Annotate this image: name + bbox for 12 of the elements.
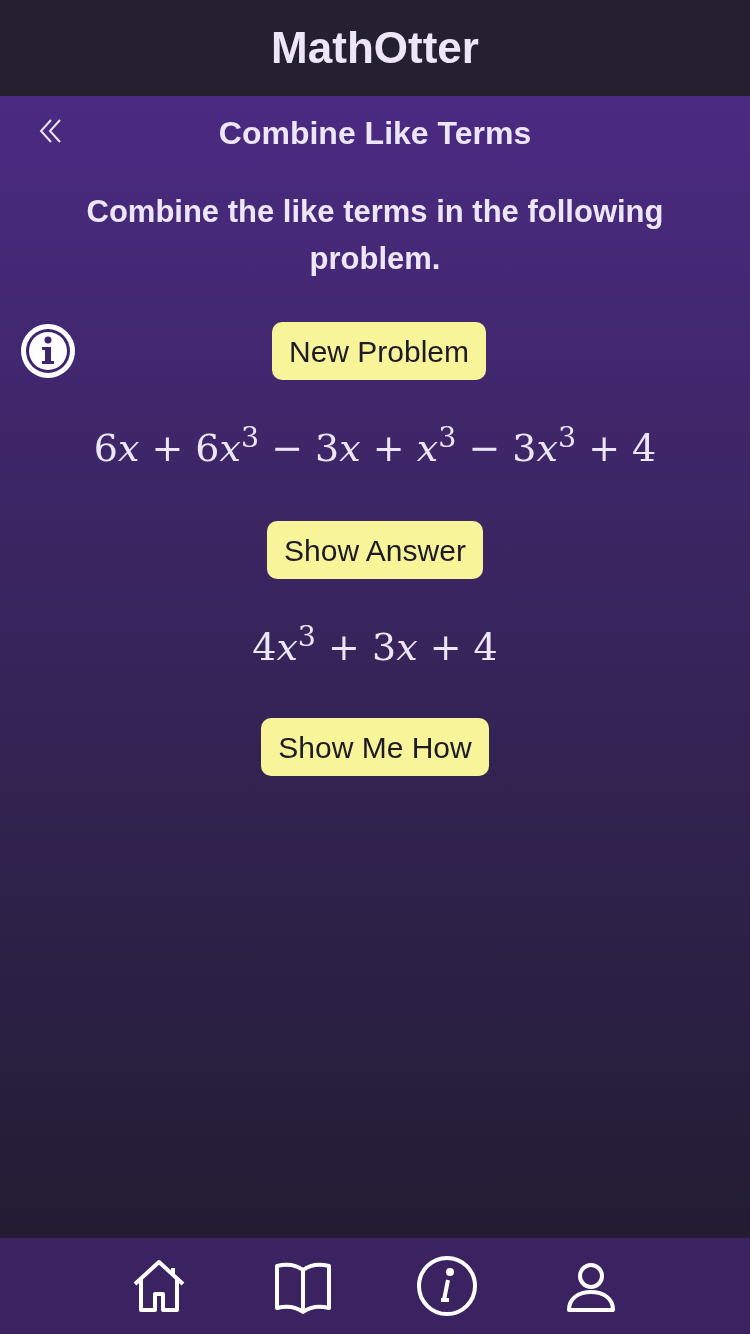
nav-info-button[interactable] [415,1254,479,1318]
app-title: MathOtter [271,22,479,74]
show-me-how-button[interactable]: Show Me How [261,718,489,776]
info-icon [415,1254,479,1318]
show-answer-button[interactable]: Show Answer [267,521,483,579]
page-title: Combine Like Terms [218,114,532,153]
answer-expression: 4𝑥$^{3}$ + 3𝑥 + 4 [252,619,498,671]
info-icon [19,322,77,380]
instruction-text: Combine the like terms in the following problem. [85,193,665,278]
new-problem-button[interactable]: New Problem [271,322,487,380]
problem-expression: 6𝑥 + 6𝑥$^{3}$ − 3𝑥 + 𝑥$^{3}$ − 3𝑥$^{3}$ + 4 [93,420,657,472]
info-button[interactable] [19,322,77,380]
